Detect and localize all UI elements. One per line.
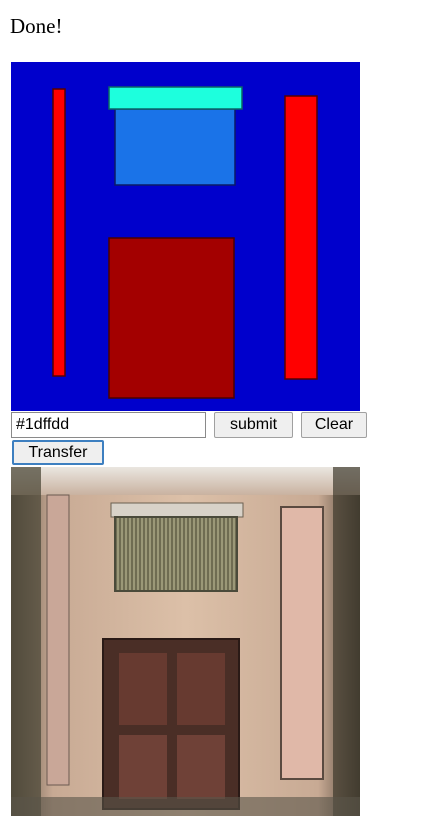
left-shadow [11, 467, 41, 816]
label-map-svg[interactable] [11, 62, 360, 411]
window-render [114, 516, 238, 592]
pillar-left-render [46, 494, 70, 786]
door-panel-tr [177, 653, 225, 725]
clear-button[interactable]: Clear [301, 412, 367, 438]
door-block [108, 237, 235, 399]
cornice-block [108, 86, 243, 110]
ground-strip [11, 797, 360, 816]
color-input[interactable] [11, 412, 206, 438]
pillar-left [52, 88, 66, 377]
pillar-right [284, 95, 318, 380]
right-shadow [333, 467, 360, 816]
door-panel-tl [119, 653, 167, 725]
window-block [114, 108, 236, 186]
status-text: Done! [10, 14, 63, 38]
facade-top [11, 467, 360, 495]
submit-button[interactable]: submit [214, 412, 293, 438]
pillar-right-render [280, 506, 324, 780]
door-panel-br [177, 735, 225, 799]
door-panel-bl [119, 735, 167, 799]
label-map-canvas[interactable] [11, 62, 360, 411]
generated-image [11, 467, 360, 816]
transfer-button[interactable]: Transfer [12, 440, 104, 465]
cornice-render [110, 502, 244, 518]
generated-facade-svg [11, 467, 360, 816]
